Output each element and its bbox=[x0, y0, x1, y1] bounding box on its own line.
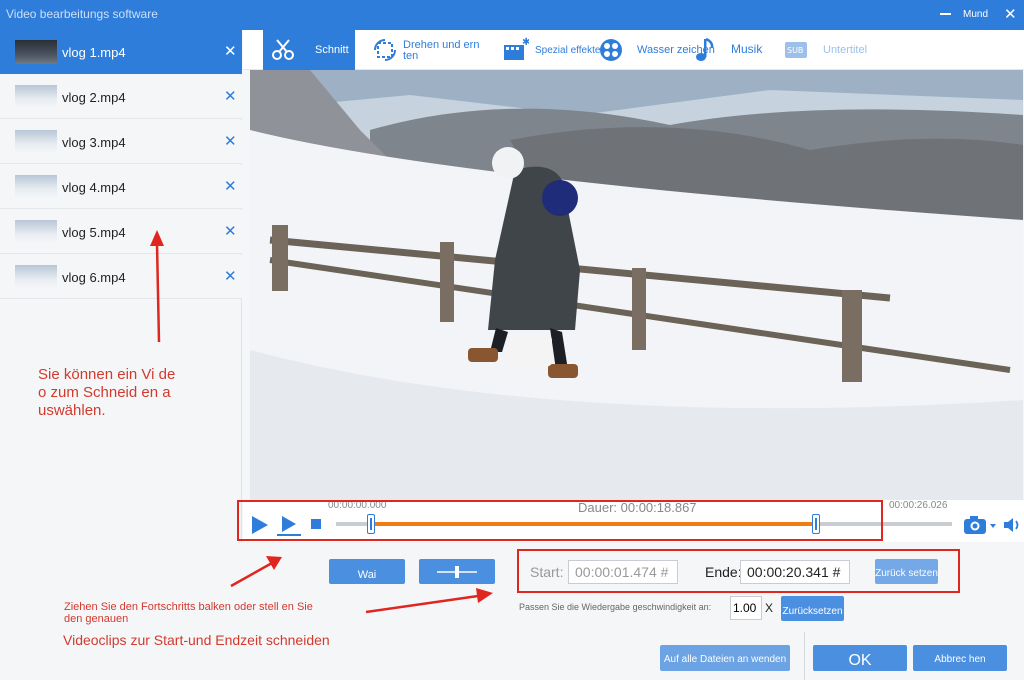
cancel-button[interactable]: Abbrec hen bbox=[913, 645, 1007, 671]
ok-button[interactable]: OK bbox=[813, 645, 907, 671]
cut-clip-hint: Videoclips zur Start-und Endzeit schneid… bbox=[63, 632, 330, 648]
apply-all-button[interactable]: Auf alle Dateien an wenden bbox=[660, 645, 790, 671]
annotation-arrows bbox=[150, 230, 493, 614]
footer-divider bbox=[804, 632, 805, 680]
drag-progress-hint: Ziehen Sie den Fortschritts balken oder … bbox=[64, 601, 313, 625]
